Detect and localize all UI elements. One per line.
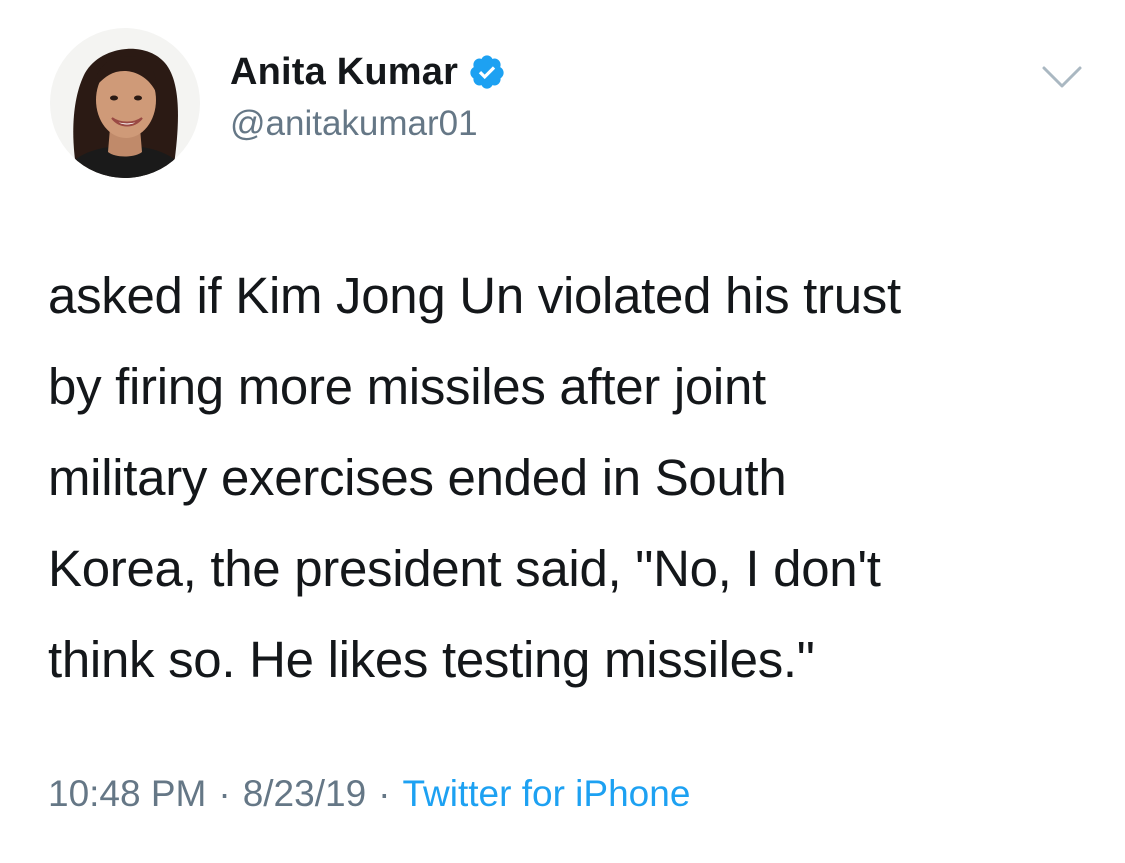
avatar[interactable] <box>50 28 200 178</box>
tweet-date[interactable]: 8/23/19 <box>243 773 366 815</box>
author-handle[interactable]: @anitakumar01 <box>230 104 478 144</box>
chevron-down-icon[interactable] <box>1040 62 1084 92</box>
avatar-image <box>50 28 200 178</box>
tweet-text: asked if Kim Jong Un violated his trust … <box>48 267 901 688</box>
verified-badge-icon <box>468 53 506 91</box>
tweet-card: Anita Kumar @anitakumar01 asked if Kim J… <box>0 0 1125 863</box>
meta-separator: · <box>218 773 231 814</box>
tweet-meta: 10:48 PM · 8/23/19 · Twitter for iPhone <box>48 773 690 815</box>
tweet-source-link[interactable]: Twitter for iPhone <box>402 773 690 815</box>
tweet-time[interactable]: 10:48 PM <box>48 773 206 815</box>
meta-separator: · <box>378 773 391 814</box>
author-display-name[interactable]: Anita Kumar <box>230 51 458 94</box>
author-name-row: Anita Kumar <box>230 48 506 96</box>
